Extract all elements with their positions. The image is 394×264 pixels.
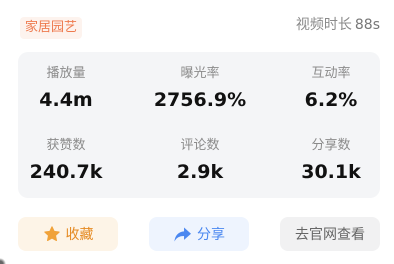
stat-value: 2.9k bbox=[176, 161, 224, 183]
star-icon bbox=[43, 225, 61, 243]
stat-label: 评论数 bbox=[180, 138, 220, 153]
stat-comments: 评论数 2.9k bbox=[145, 138, 255, 184]
collect-label: 收藏 bbox=[65, 227, 94, 243]
stat-engagement-rate: 互动率 6.2% bbox=[276, 66, 386, 112]
stat-label: 获赞数 bbox=[46, 138, 86, 153]
stat-label: 分享数 bbox=[311, 138, 351, 153]
duration-label: 视频时长 bbox=[295, 17, 352, 33]
stat-value: 4.4m bbox=[39, 89, 93, 111]
stat-label: 曝光率 bbox=[180, 66, 220, 81]
stat-value: 6.2% bbox=[304, 89, 358, 111]
share-label: 分享 bbox=[197, 227, 225, 243]
share-arrow-icon bbox=[173, 226, 192, 243]
share-button[interactable]: 分享 bbox=[149, 217, 249, 251]
category-tag: 家居园艺 bbox=[20, 17, 83, 39]
collect-button[interactable]: 收藏 bbox=[18, 217, 118, 251]
stat-value: 30.1k bbox=[301, 161, 361, 183]
stat-likes: 获赞数 240.7k bbox=[11, 138, 121, 184]
stats-panel: 播放量 4.4m 曝光率 2756.9% 互动率 6.2% 获赞数 240.7k… bbox=[18, 52, 380, 198]
duration-value: 88s bbox=[354, 17, 380, 33]
visit-official-site-button[interactable]: 去官网查看 bbox=[280, 217, 380, 251]
action-row: 收藏 分享 去官网查看 bbox=[18, 217, 380, 251]
stat-shares: 分享数 30.1k bbox=[276, 138, 386, 184]
video-duration: 视频时长 88s bbox=[296, 16, 380, 34]
stat-value: 2756.9% bbox=[153, 89, 247, 111]
stat-label: 互动率 bbox=[311, 66, 351, 81]
corner-shadow bbox=[0, 254, 10, 264]
stat-plays: 播放量 4.4m bbox=[11, 66, 121, 112]
video-stats-card: 家居园艺 视频时长 88s 播放量 4.4m 曝光率 2756.9% 互动率 6.… bbox=[0, 0, 394, 264]
stat-label: 播放量 bbox=[46, 66, 86, 81]
stat-value: 240.7k bbox=[29, 161, 103, 183]
stat-exposure-rate: 曝光率 2756.9% bbox=[145, 66, 255, 112]
